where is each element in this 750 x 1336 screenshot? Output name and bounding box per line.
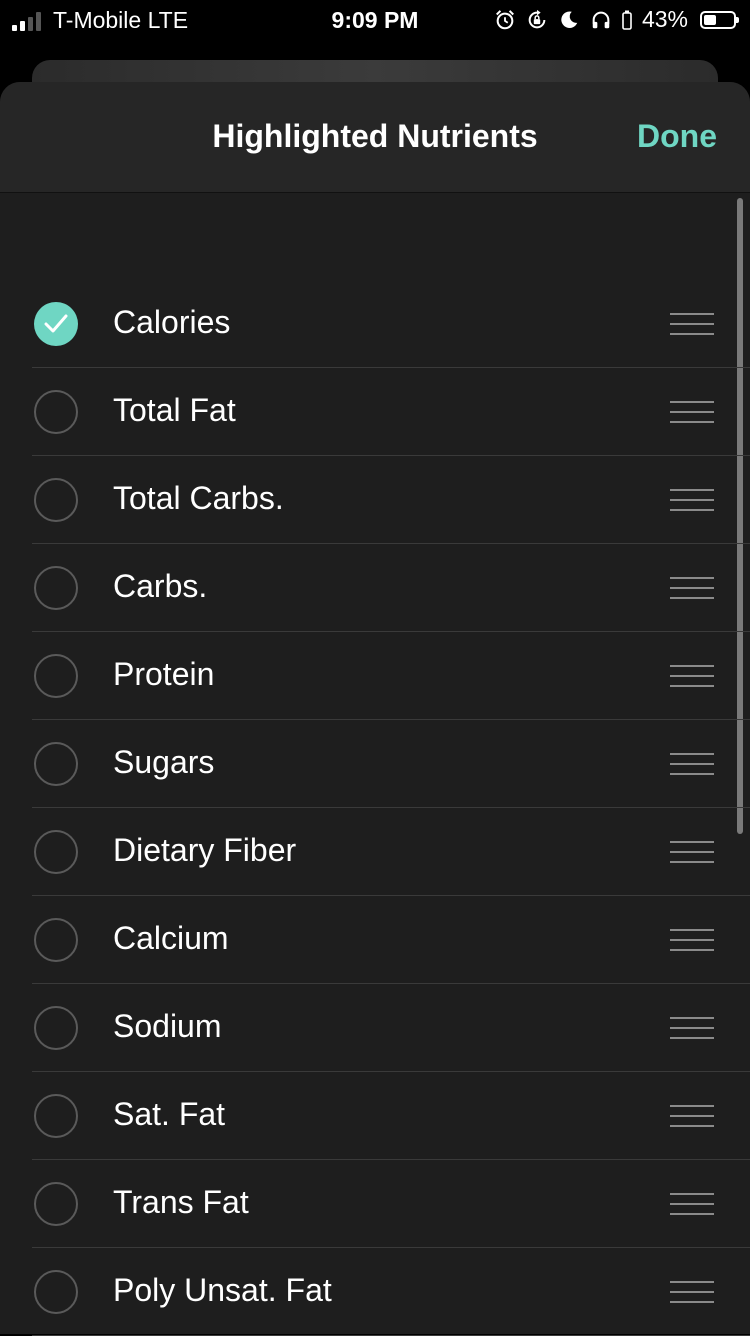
reorder-handle-icon[interactable] — [670, 1017, 714, 1039]
nutrient-row-calcium[interactable]: Calcium — [0, 896, 750, 984]
checkbox[interactable] — [34, 654, 78, 698]
nutrient-label: Poly Unsat. Fat — [113, 1272, 332, 1308]
checkbox[interactable] — [34, 566, 78, 610]
nutrient-label: Carbs. — [113, 568, 208, 604]
status-bar: T-Mobile LTE 9:09 PM 43% — [0, 0, 750, 40]
checkbox[interactable] — [34, 390, 78, 434]
checkbox[interactable] — [34, 742, 78, 786]
charging-indicator-icon — [622, 10, 632, 30]
nutrient-label: Total Carbs. — [113, 480, 284, 516]
reorder-handle-icon[interactable] — [670, 489, 714, 511]
nutrient-label: Sat. Fat — [113, 1096, 226, 1132]
reorder-handle-icon[interactable] — [670, 929, 714, 951]
reorder-handle-icon[interactable] — [670, 577, 714, 599]
alarm-icon — [495, 9, 514, 29]
nutrient-list: Calories Total Fat Total Carbs. Carbs. P… — [0, 280, 750, 1336]
reorder-handle-icon[interactable] — [670, 313, 714, 335]
reorder-handle-icon[interactable] — [670, 1281, 714, 1303]
nutrient-label: Sugars — [113, 744, 215, 780]
nutrient-row-calories[interactable]: Calories — [0, 280, 750, 368]
nutrient-row-total-carbs[interactable]: Total Carbs. — [0, 456, 750, 544]
nutrient-row-sodium[interactable]: Sodium — [0, 984, 750, 1072]
nutrient-label: Total Fat — [113, 392, 236, 428]
checkbox[interactable] — [34, 1094, 78, 1138]
nutrient-row-sat-fat[interactable]: Sat. Fat — [0, 1072, 750, 1160]
battery-level-fill — [704, 14, 716, 25]
reorder-handle-icon[interactable] — [670, 753, 714, 775]
checkbox-checked[interactable] — [34, 302, 78, 346]
reorder-handle-icon[interactable] — [670, 665, 714, 687]
checkbox[interactable] — [34, 478, 78, 522]
nutrient-label: Dietary Fiber — [113, 832, 297, 868]
nav-bar: Highlighted Nutrients Done — [0, 82, 750, 193]
nutrient-row-protein[interactable]: Protein — [0, 632, 750, 720]
reorder-handle-icon[interactable] — [670, 841, 714, 863]
checkbox[interactable] — [34, 1182, 78, 1226]
nutrient-row-carbs[interactable]: Carbs. — [0, 544, 750, 632]
nutrient-label: Trans Fat — [113, 1184, 249, 1220]
nutrient-row-trans-fat[interactable]: Trans Fat — [0, 1160, 750, 1248]
reorder-handle-icon[interactable] — [670, 401, 714, 423]
reorder-handle-icon[interactable] — [670, 1193, 714, 1215]
nutrient-label: Calories — [113, 304, 231, 340]
nutrient-label: Sodium — [113, 1008, 222, 1044]
checkbox[interactable] — [34, 918, 78, 962]
rotation-lock-icon — [528, 9, 546, 28]
nutrient-row-dietary-fiber[interactable]: Dietary Fiber — [0, 808, 750, 896]
nutrient-label: Calcium — [113, 920, 229, 956]
moon-icon — [561, 10, 578, 28]
status-right: 43% — [494, 6, 739, 33]
nutrient-label: Protein — [113, 656, 215, 692]
battery-icon — [700, 10, 739, 29]
done-button[interactable]: Done — [637, 118, 717, 155]
checkbox[interactable] — [34, 830, 78, 874]
battery-percent: 43% — [641, 6, 688, 32]
nutrient-row-sugars[interactable]: Sugars — [0, 720, 750, 808]
checkmark-icon — [44, 314, 68, 333]
nutrient-row-total-fat[interactable]: Total Fat — [0, 368, 750, 456]
checkbox[interactable] — [34, 1006, 78, 1050]
checkbox[interactable] — [34, 1270, 78, 1314]
nutrient-row-poly-unsat-fat[interactable]: Poly Unsat. Fat — [0, 1248, 750, 1336]
headphones-icon — [592, 11, 610, 28]
reorder-handle-icon[interactable] — [670, 1105, 714, 1127]
